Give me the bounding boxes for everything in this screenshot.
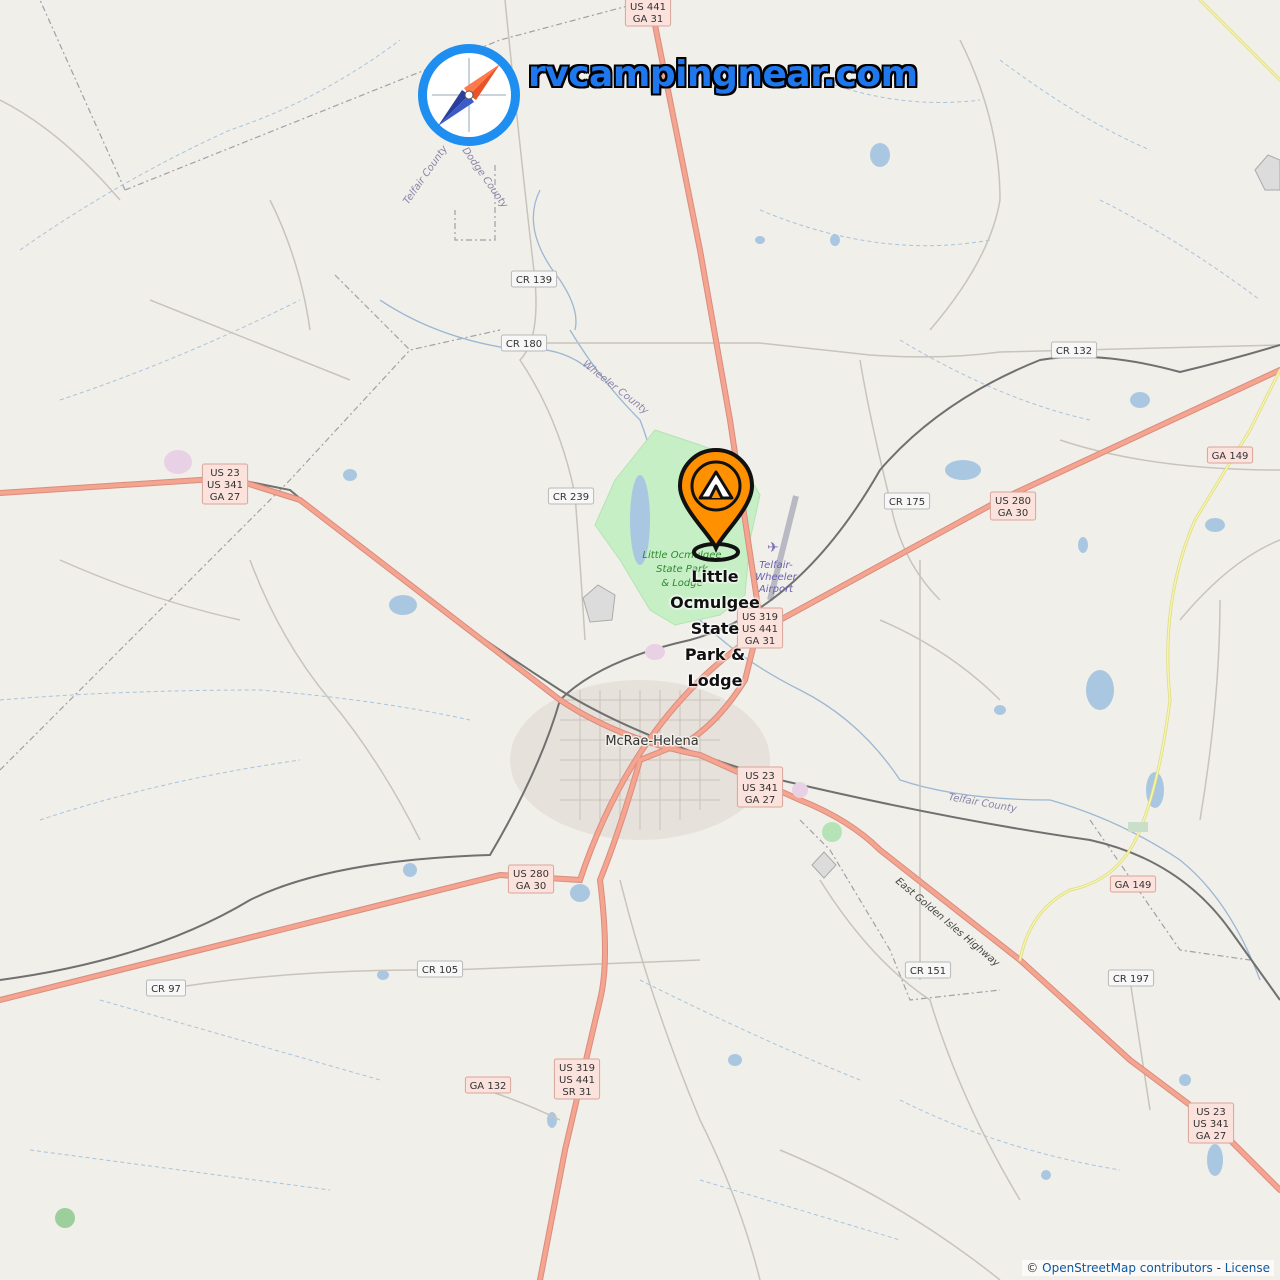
marker-label-line: Park & (684, 645, 746, 664)
road-shield: US 23US 341GA 27 (1187, 1102, 1235, 1144)
marker-label-line: Little (691, 567, 739, 586)
base-map: ✈ Telfair County Dodge County Wheeler Co… (0, 0, 1280, 1280)
marker-label-line: Lodge (687, 671, 743, 690)
road-shield-text: CR 151 (910, 966, 946, 977)
road-shield-text: SR 31 (562, 1087, 591, 1098)
osm-contributors-link[interactable]: OpenStreetMap contributors (1042, 1261, 1213, 1275)
land-background (0, 0, 1280, 1280)
marker-label-line: Ocmulgee (670, 593, 760, 612)
license-link[interactable]: License (1225, 1261, 1270, 1275)
road-shield-text: CR 239 (553, 492, 589, 503)
road-shield-text: CR 139 (516, 275, 552, 286)
road-shield-text: US 319 (559, 1063, 595, 1074)
road-shield: US 23US 341GA 27 (201, 463, 249, 505)
road-shield-text: GA 149 (1212, 451, 1249, 462)
road-shield: US 280GA 30 (507, 864, 555, 894)
road-shield-text: US 441 (630, 2, 666, 13)
attribution-separator: - (1216, 1261, 1221, 1275)
road-shield-text: US 280 (995, 496, 1031, 507)
road-shield: CR 239 (547, 487, 595, 505)
road-shield-text: US 341 (207, 480, 243, 491)
road-shield-text: CR 180 (506, 339, 542, 350)
road-shield-text: CR 197 (1113, 974, 1149, 985)
road-shield-text: GA 132 (470, 1081, 507, 1092)
marker-label: Little Ocmulgee State Park & Lodge (660, 564, 770, 694)
road-shield-text: US 441 (559, 1075, 595, 1086)
road-shield: CR 139 (510, 270, 558, 288)
marker-label-line: State (690, 619, 740, 638)
road-shield-text: GA 31 (633, 14, 664, 25)
brand-logo[interactable]: rvcampingnear.com (414, 40, 918, 150)
road-shield: CR 151 (904, 961, 952, 979)
airport-icon: ✈ (767, 540, 779, 556)
road-shield: US 319US 441SR 31 (553, 1058, 601, 1100)
map-attribution: © OpenStreetMap contributors - License (1022, 1260, 1274, 1276)
road-shield: US 441GA 31 (624, 0, 672, 27)
town-label: McRae-Helena (605, 734, 698, 749)
road-shield-text: US 23 (1196, 1107, 1226, 1118)
campground-marker[interactable] (674, 448, 758, 564)
road-shield-text: GA 30 (998, 508, 1029, 519)
road-shield: CR 180 (500, 334, 548, 352)
road-shield-text: CR 97 (151, 984, 181, 995)
road-shield-text: US 341 (742, 783, 778, 794)
road-shield: CR 132 (1050, 341, 1098, 359)
brand-name: rvcampingnear.com (528, 54, 918, 95)
road-shield-text: CR 132 (1056, 346, 1092, 357)
road-shield: GA 149 (1109, 875, 1157, 893)
road-shield-text: US 280 (513, 869, 549, 880)
map-canvas[interactable]: ✈ Telfair County Dodge County Wheeler Co… (0, 0, 1280, 1280)
campground-pin-icon (677, 448, 755, 562)
road-shield-text: GA 149 (1115, 880, 1152, 891)
road-shield: GA 149 (1206, 446, 1254, 464)
road-shield-text: US 23 (210, 468, 240, 479)
road-shield: US 23US 341GA 27 (736, 766, 784, 808)
copyright-symbol: © (1026, 1261, 1039, 1275)
road-shield-text: GA 27 (210, 492, 241, 503)
road-shield-text: US 341 (1193, 1119, 1229, 1130)
road-shield-text: GA 27 (1196, 1131, 1227, 1142)
road-shield: CR 97 (146, 979, 186, 997)
road-shield-text: GA 27 (745, 795, 776, 806)
road-shield: US 280GA 30 (989, 491, 1037, 521)
road-shield-text: CR 105 (422, 965, 458, 976)
road-shield-text: GA 30 (516, 881, 547, 892)
road-shield-text: US 23 (745, 771, 775, 782)
road-shield: CR 197 (1107, 969, 1155, 987)
compass-icon (418, 44, 520, 146)
road-shield: CR 105 (416, 960, 464, 978)
road-shield-text: CR 175 (889, 497, 925, 508)
road-shield: CR 175 (883, 492, 931, 510)
road-shield: GA 132 (464, 1076, 512, 1094)
